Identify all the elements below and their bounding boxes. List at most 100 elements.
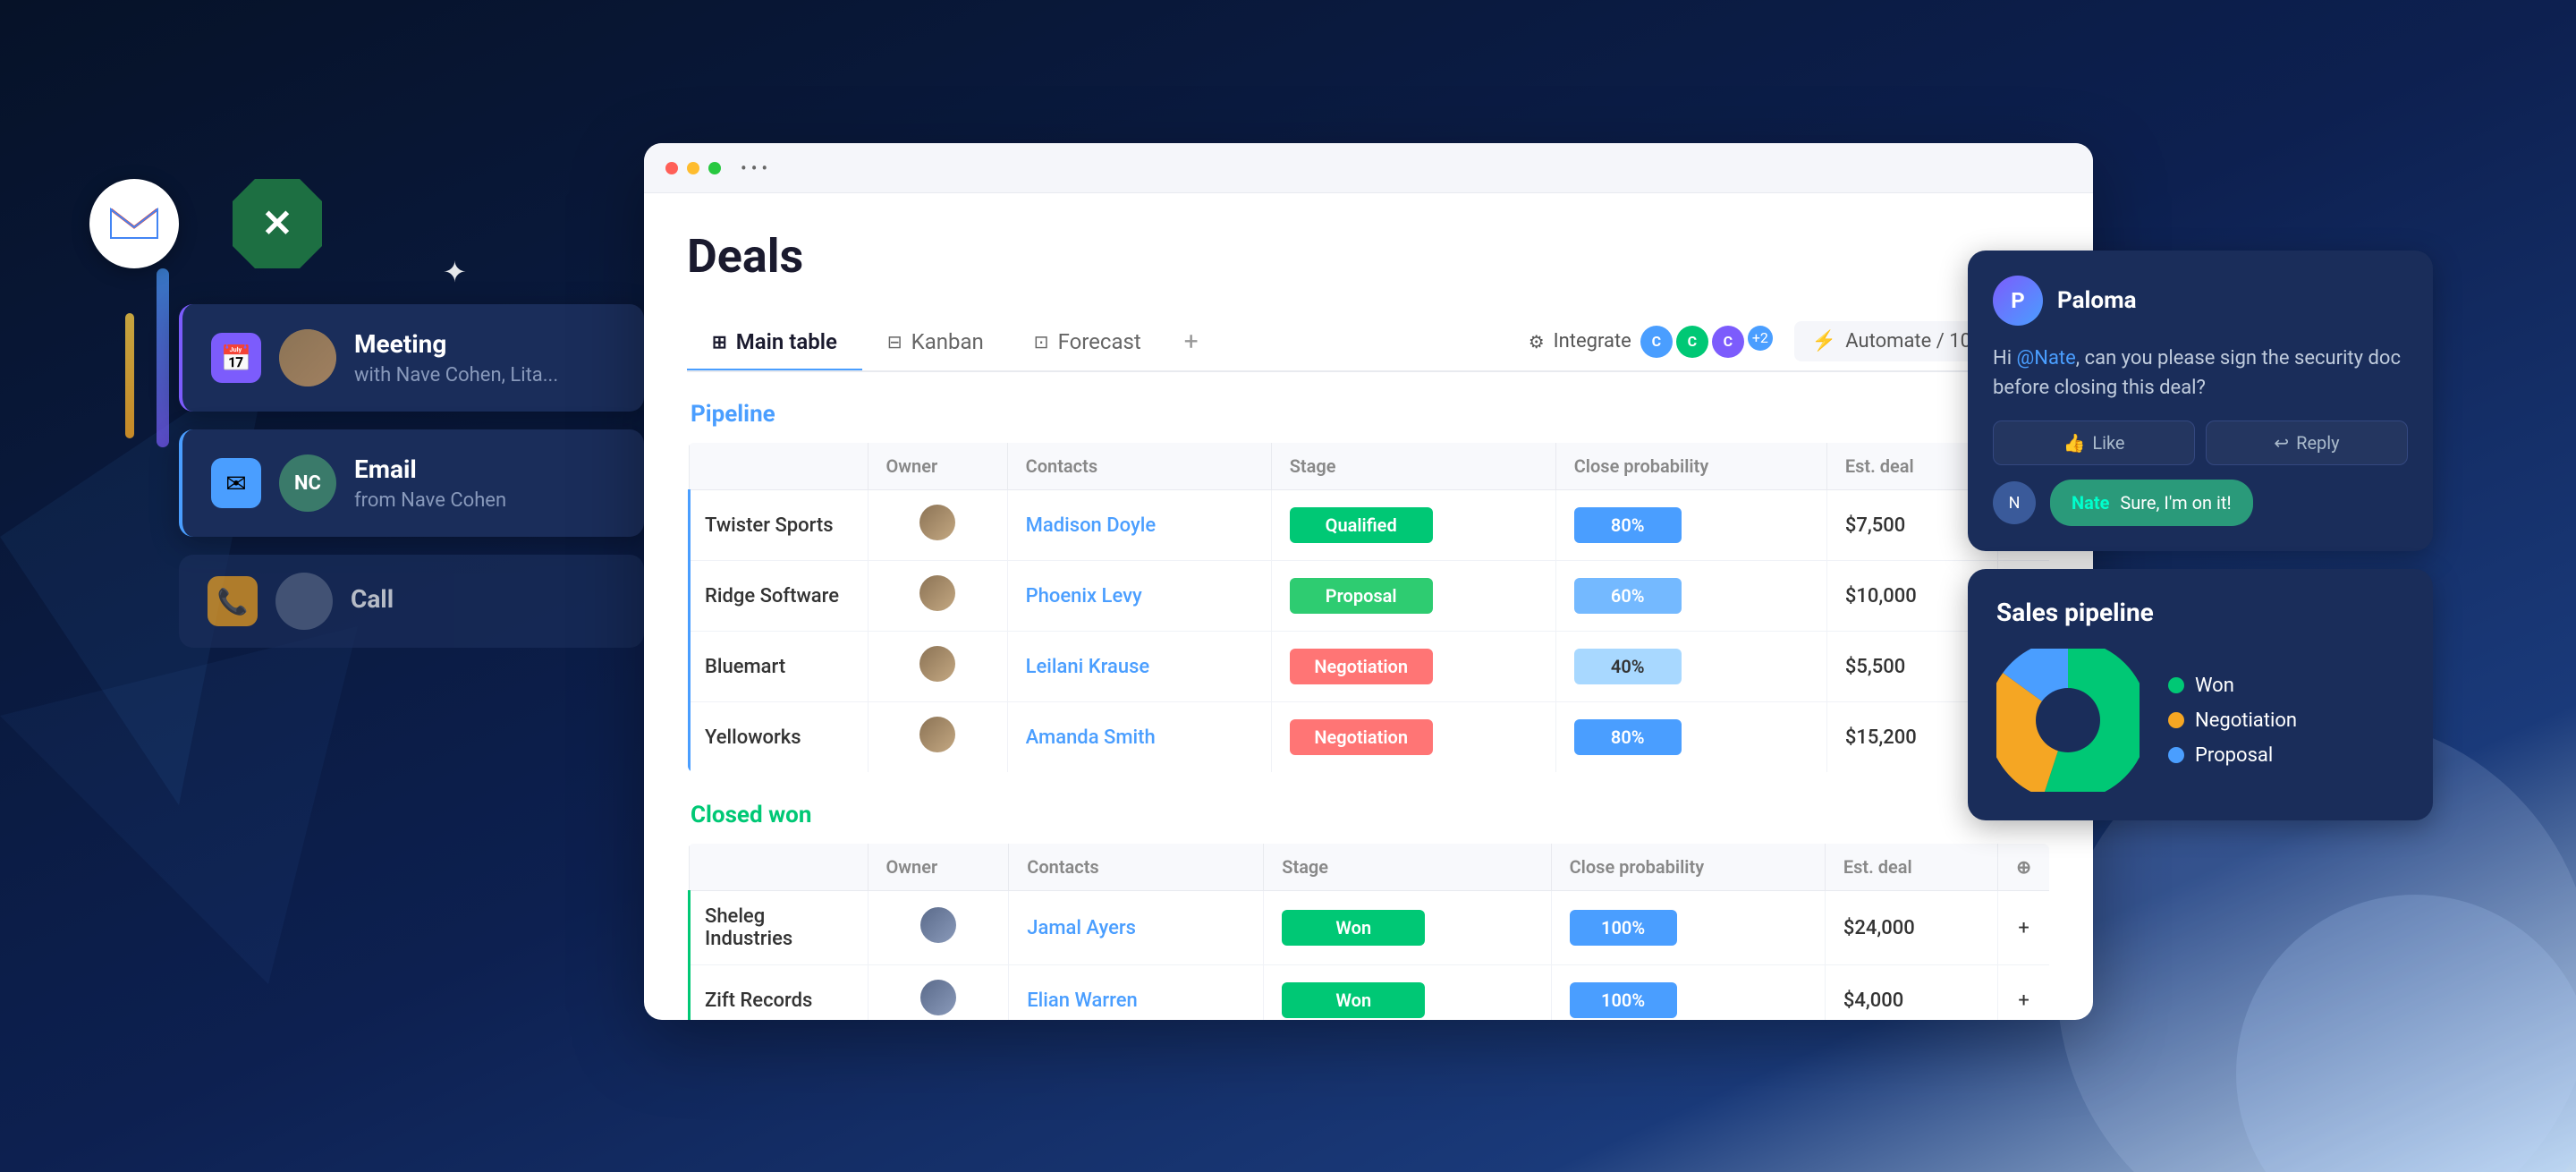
chat-header: P Paloma: [1993, 276, 2408, 326]
automate-button[interactable]: ⚡ Automate / 10: [1794, 321, 1989, 361]
int-dot-1: C: [1640, 326, 1673, 358]
pipeline-stage: Proposal: [1271, 561, 1555, 632]
tab-main-table[interactable]: ⊞ Main table: [687, 315, 862, 370]
tab-forecast[interactable]: ⊡ Forecast: [1009, 315, 1166, 370]
chat-actions: 👍 Like ↩ Reply: [1993, 420, 2408, 465]
pipeline-title: Pipeline: [687, 401, 2050, 428]
call-notification[interactable]: 📞 Call: [179, 555, 644, 648]
main-table-icon: ⊞: [712, 331, 727, 352]
cw-probability: 100%: [1551, 965, 1825, 1021]
pipeline-probability: 80%: [1555, 702, 1826, 773]
legend-negotiation: Negotiation: [2168, 709, 2297, 732]
pipeline-owner: [868, 490, 1007, 561]
pipeline-tbody: Twister Sports Madison Doyle Qualified 8…: [689, 490, 2050, 773]
closed-won-table: Owner Contacts Stage Close probability E…: [687, 843, 2050, 1020]
cw-stage: Won: [1264, 891, 1551, 965]
kanban-icon: ⊟: [887, 331, 902, 352]
page-header: Deals •••: [687, 229, 2050, 284]
reply-label: Reply: [2296, 432, 2340, 454]
add-tab-button[interactable]: +: [1166, 312, 1216, 370]
paloma-avatar: P: [1993, 276, 2043, 326]
crm-window: • • • Deals ••• ⊞ Main table ⊟ Kanban ⊡ …: [644, 143, 2093, 1020]
meeting-notification[interactable]: 📅 Meeting with Nave Cohen, Lita...: [179, 304, 644, 412]
call-icon: 📞: [208, 576, 258, 626]
int-badge: +2: [1748, 326, 1773, 351]
accent-bar-2: [125, 313, 134, 438]
left-panel: 📅 Meeting with Nave Cohen, Lita... ✉ NC …: [179, 304, 644, 648]
pipeline-row[interactable]: Yelloworks Amanda Smith Negotiation 80% …: [689, 702, 2050, 773]
paloma-name: Paloma: [2057, 287, 2137, 314]
titlebar-dot-1: [665, 162, 678, 174]
th-company: [689, 443, 868, 490]
th-probability-pipeline: Close probability: [1555, 443, 1826, 490]
like-label: Like: [2092, 432, 2124, 454]
closed-won-title: Closed won: [687, 802, 2050, 828]
chat-panel: P Paloma Hi @Nate, can you please sign t…: [1968, 251, 2433, 820]
chat-message: Hi @Nate, can you please sign the securi…: [1993, 344, 2408, 403]
email-avatar: NC: [279, 454, 336, 512]
integrate-label: Integrate: [1554, 330, 1631, 352]
th-contacts-cw: Contacts: [1009, 844, 1264, 891]
app-icons: ✕: [89, 179, 322, 268]
th-est-deal-cw: Est. deal: [1825, 844, 1997, 891]
pipeline-content: Won Negotiation Proposal: [1996, 649, 2404, 792]
cw-add-col[interactable]: +: [1998, 891, 2050, 965]
pipeline-header-row: Owner Contacts Stage Close probability E…: [689, 443, 2050, 490]
legend-proposal: Proposal: [2168, 744, 2297, 767]
closed-won-row[interactable]: Sheleg Industries Jamal Ayers Won 100% $…: [689, 891, 2050, 965]
pipeline-row[interactable]: Twister Sports Madison Doyle Qualified 8…: [689, 490, 2050, 561]
window-content: Deals ••• ⊞ Main table ⊟ Kanban ⊡ Foreca…: [644, 193, 2093, 1020]
integration-dots: C C C +2: [1640, 326, 1773, 358]
integrate-icon: ⚙: [1529, 331, 1545, 352]
legend-won-label: Won: [2195, 675, 2234, 697]
pipeline-row[interactable]: Bluemart Leilani Krause Negotiation 40% …: [689, 632, 2050, 702]
integrate-button[interactable]: ⚙ Integrate C C C +2: [1529, 326, 1773, 358]
pipeline-contact: Phoenix Levy: [1007, 561, 1271, 632]
cw-probability: 100%: [1551, 891, 1825, 965]
pipeline-table: Owner Contacts Stage Close probability E…: [687, 442, 2050, 773]
pipeline-stage: Qualified: [1271, 490, 1555, 561]
accent-bar-1: [157, 268, 169, 447]
meeting-subtitle: with Nave Cohen, Lita...: [354, 364, 615, 386]
pipeline-company: Bluemart: [689, 632, 868, 702]
page-title: Deals: [687, 229, 803, 284]
closed-won-header-row: Owner Contacts Stage Close probability E…: [689, 844, 2050, 891]
reply-author: Nate: [2072, 492, 2109, 514]
closed-won-row[interactable]: Zift Records Elian Warren Won 100% $4,00…: [689, 965, 2050, 1021]
tab-kanban[interactable]: ⊟ Kanban: [862, 315, 1009, 370]
cw-company: Zift Records: [689, 965, 868, 1021]
nate-avatar: N: [1993, 481, 2036, 524]
kanban-label: Kanban: [911, 329, 984, 354]
meeting-icon: 📅: [211, 333, 261, 383]
pipeline-contact: Leilani Krause: [1007, 632, 1271, 702]
window-titlebar: • • •: [644, 143, 2093, 193]
legend-proposal-label: Proposal: [2195, 744, 2273, 767]
th-add-cw[interactable]: ⊕: [1998, 844, 2050, 891]
pipeline-stage: Negotiation: [1271, 632, 1555, 702]
pipeline-probability: 40%: [1555, 632, 1826, 702]
chat-pre: Hi: [1993, 347, 2017, 369]
titlebar-dot-3: [708, 162, 721, 174]
like-button[interactable]: 👍 Like: [1993, 420, 2195, 465]
pipeline-legend: Won Negotiation Proposal: [2168, 675, 2297, 767]
cw-owner: [868, 891, 1009, 965]
meeting-avatar: [279, 329, 336, 386]
reply-button[interactable]: ↩ Reply: [2206, 420, 2408, 465]
excel-icon[interactable]: ✕: [233, 179, 322, 268]
closed-won-tbody: Sheleg Industries Jamal Ayers Won 100% $…: [689, 891, 2050, 1021]
cw-est-deal: $24,000: [1825, 891, 1997, 965]
reply-text: Sure, I'm on it!: [2120, 492, 2231, 514]
gmail-icon[interactable]: [89, 179, 179, 268]
star-1: ✦: [443, 255, 467, 289]
forecast-icon: ⊡: [1034, 331, 1049, 352]
like-icon: 👍: [2063, 432, 2085, 454]
cw-add-col[interactable]: +: [1998, 965, 2050, 1021]
pipeline-section: Pipeline Owner Contacts Stage Close prob…: [687, 401, 2050, 773]
reply-bubble: Nate Sure, I'm on it!: [2050, 480, 2253, 526]
email-notification[interactable]: ✉ NC Email from Nave Cohen: [179, 429, 644, 537]
pipeline-row[interactable]: Ridge Software Phoenix Levy Proposal 60%…: [689, 561, 2050, 632]
chat-mention: @Nate: [2017, 347, 2076, 369]
pipeline-owner: [868, 702, 1007, 773]
th-owner-pipeline: Owner: [868, 443, 1007, 490]
legend-negotiation-dot: [2168, 712, 2184, 728]
